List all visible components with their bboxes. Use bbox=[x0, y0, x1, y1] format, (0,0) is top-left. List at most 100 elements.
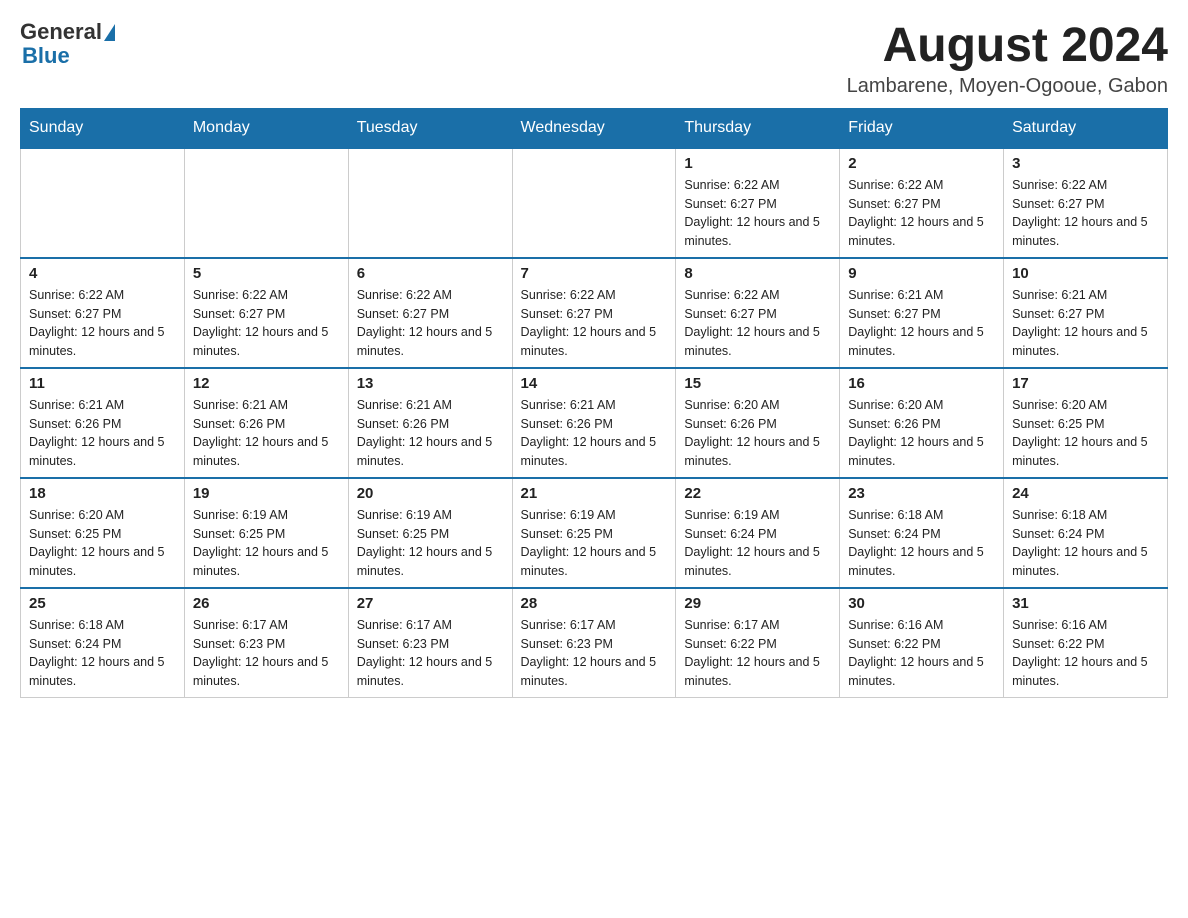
calendar-day-30: 30Sunrise: 6:16 AMSunset: 6:22 PMDayligh… bbox=[840, 588, 1004, 698]
day-info-text: Sunrise: 6:16 AM bbox=[1012, 616, 1159, 635]
calendar-day-8: 8Sunrise: 6:22 AMSunset: 6:27 PMDaylight… bbox=[676, 258, 840, 368]
calendar-day-7: 7Sunrise: 6:22 AMSunset: 6:27 PMDaylight… bbox=[512, 258, 676, 368]
day-info-text: Daylight: 12 hours and 5 minutes. bbox=[193, 653, 340, 691]
day-info-text: Sunset: 6:26 PM bbox=[193, 415, 340, 434]
day-number: 21 bbox=[521, 485, 668, 502]
day-number: 18 bbox=[29, 485, 176, 502]
calendar-day-26: 26Sunrise: 6:17 AMSunset: 6:23 PMDayligh… bbox=[184, 588, 348, 698]
calendar-day-25: 25Sunrise: 6:18 AMSunset: 6:24 PMDayligh… bbox=[21, 588, 185, 698]
day-info-text: Daylight: 12 hours and 5 minutes. bbox=[29, 433, 176, 471]
calendar-week-2: 4Sunrise: 6:22 AMSunset: 6:27 PMDaylight… bbox=[21, 258, 1168, 368]
day-number: 20 bbox=[357, 485, 504, 502]
day-info-text: Daylight: 12 hours and 5 minutes. bbox=[1012, 213, 1159, 251]
empty-cell bbox=[184, 148, 348, 258]
day-info-text: Daylight: 12 hours and 5 minutes. bbox=[1012, 433, 1159, 471]
day-info-text: Daylight: 12 hours and 5 minutes. bbox=[1012, 323, 1159, 361]
day-header-thursday: Thursday bbox=[676, 108, 840, 148]
calendar-week-4: 18Sunrise: 6:20 AMSunset: 6:25 PMDayligh… bbox=[21, 478, 1168, 588]
day-number: 14 bbox=[521, 375, 668, 392]
day-header-monday: Monday bbox=[184, 108, 348, 148]
day-info-text: Sunset: 6:23 PM bbox=[521, 635, 668, 654]
day-info-text: Daylight: 12 hours and 5 minutes. bbox=[521, 653, 668, 691]
day-info-text: Daylight: 12 hours and 5 minutes. bbox=[193, 433, 340, 471]
day-info-text: Sunset: 6:27 PM bbox=[357, 305, 504, 324]
day-info-text: Sunrise: 6:22 AM bbox=[848, 176, 995, 195]
day-number: 19 bbox=[193, 485, 340, 502]
empty-cell bbox=[348, 148, 512, 258]
day-info-text: Sunrise: 6:18 AM bbox=[29, 616, 176, 635]
day-number: 16 bbox=[848, 375, 995, 392]
day-info-text: Sunset: 6:27 PM bbox=[1012, 305, 1159, 324]
day-info-text: Daylight: 12 hours and 5 minutes. bbox=[29, 653, 176, 691]
calendar-day-5: 5Sunrise: 6:22 AMSunset: 6:27 PMDaylight… bbox=[184, 258, 348, 368]
empty-cell bbox=[21, 148, 185, 258]
calendar-day-28: 28Sunrise: 6:17 AMSunset: 6:23 PMDayligh… bbox=[512, 588, 676, 698]
calendar-day-17: 17Sunrise: 6:20 AMSunset: 6:25 PMDayligh… bbox=[1004, 368, 1168, 478]
calendar-day-10: 10Sunrise: 6:21 AMSunset: 6:27 PMDayligh… bbox=[1004, 258, 1168, 368]
day-info-text: Sunset: 6:23 PM bbox=[357, 635, 504, 654]
day-info-text: Sunrise: 6:22 AM bbox=[29, 286, 176, 305]
day-info-text: Sunset: 6:25 PM bbox=[193, 525, 340, 544]
day-number: 2 bbox=[848, 155, 995, 172]
day-number: 3 bbox=[1012, 155, 1159, 172]
calendar-body: 1Sunrise: 6:22 AMSunset: 6:27 PMDaylight… bbox=[21, 148, 1168, 698]
day-info-text: Daylight: 12 hours and 5 minutes. bbox=[357, 433, 504, 471]
calendar-day-19: 19Sunrise: 6:19 AMSunset: 6:25 PMDayligh… bbox=[184, 478, 348, 588]
day-number: 30 bbox=[848, 595, 995, 612]
calendar-day-14: 14Sunrise: 6:21 AMSunset: 6:26 PMDayligh… bbox=[512, 368, 676, 478]
day-info-text: Daylight: 12 hours and 5 minutes. bbox=[521, 433, 668, 471]
calendar-day-29: 29Sunrise: 6:17 AMSunset: 6:22 PMDayligh… bbox=[676, 588, 840, 698]
day-number: 23 bbox=[848, 485, 995, 502]
day-info-text: Daylight: 12 hours and 5 minutes. bbox=[521, 543, 668, 581]
logo-blue-text: Blue bbox=[22, 44, 70, 68]
calendar-day-12: 12Sunrise: 6:21 AMSunset: 6:26 PMDayligh… bbox=[184, 368, 348, 478]
calendar-table: SundayMondayTuesdayWednesdayThursdayFrid… bbox=[20, 108, 1168, 699]
day-info-text: Daylight: 12 hours and 5 minutes. bbox=[357, 543, 504, 581]
day-number: 10 bbox=[1012, 265, 1159, 282]
calendar-day-1: 1Sunrise: 6:22 AMSunset: 6:27 PMDaylight… bbox=[676, 148, 840, 258]
day-info-text: Sunrise: 6:17 AM bbox=[357, 616, 504, 635]
day-info-text: Sunset: 6:22 PM bbox=[1012, 635, 1159, 654]
day-info-text: Sunrise: 6:20 AM bbox=[29, 506, 176, 525]
day-info-text: Sunrise: 6:21 AM bbox=[521, 396, 668, 415]
calendar-header: SundayMondayTuesdayWednesdayThursdayFrid… bbox=[21, 108, 1168, 148]
day-header-wednesday: Wednesday bbox=[512, 108, 676, 148]
day-info-text: Sunset: 6:27 PM bbox=[684, 195, 831, 214]
empty-cell bbox=[512, 148, 676, 258]
day-number: 5 bbox=[193, 265, 340, 282]
calendar-week-3: 11Sunrise: 6:21 AMSunset: 6:26 PMDayligh… bbox=[21, 368, 1168, 478]
day-info-text: Sunset: 6:24 PM bbox=[848, 525, 995, 544]
day-info-text: Daylight: 12 hours and 5 minutes. bbox=[684, 213, 831, 251]
day-number: 11 bbox=[29, 375, 176, 392]
day-info-text: Sunset: 6:27 PM bbox=[29, 305, 176, 324]
day-info-text: Daylight: 12 hours and 5 minutes. bbox=[848, 433, 995, 471]
day-number: 4 bbox=[29, 265, 176, 282]
day-info-text: Sunset: 6:25 PM bbox=[521, 525, 668, 544]
day-info-text: Sunset: 6:25 PM bbox=[357, 525, 504, 544]
day-info-text: Sunrise: 6:22 AM bbox=[684, 176, 831, 195]
day-number: 7 bbox=[521, 265, 668, 282]
day-info-text: Sunrise: 6:20 AM bbox=[684, 396, 831, 415]
day-number: 25 bbox=[29, 595, 176, 612]
day-header-friday: Friday bbox=[840, 108, 1004, 148]
day-info-text: Sunrise: 6:21 AM bbox=[848, 286, 995, 305]
logo: General Blue bbox=[20, 20, 115, 68]
day-number: 26 bbox=[193, 595, 340, 612]
day-info-text: Daylight: 12 hours and 5 minutes. bbox=[684, 653, 831, 691]
calendar-day-27: 27Sunrise: 6:17 AMSunset: 6:23 PMDayligh… bbox=[348, 588, 512, 698]
page-header: General Blue August 2024 Lambarene, Moye… bbox=[20, 20, 1168, 98]
day-info-text: Sunset: 6:22 PM bbox=[684, 635, 831, 654]
day-info-text: Sunrise: 6:20 AM bbox=[1012, 396, 1159, 415]
logo-triangle-icon bbox=[104, 24, 115, 41]
day-info-text: Sunrise: 6:18 AM bbox=[848, 506, 995, 525]
calendar-day-16: 16Sunrise: 6:20 AMSunset: 6:26 PMDayligh… bbox=[840, 368, 1004, 478]
day-number: 12 bbox=[193, 375, 340, 392]
day-info-text: Daylight: 12 hours and 5 minutes. bbox=[848, 543, 995, 581]
day-info-text: Daylight: 12 hours and 5 minutes. bbox=[357, 323, 504, 361]
day-info-text: Sunrise: 6:22 AM bbox=[1012, 176, 1159, 195]
day-number: 8 bbox=[684, 265, 831, 282]
day-number: 28 bbox=[521, 595, 668, 612]
day-info-text: Daylight: 12 hours and 5 minutes. bbox=[848, 323, 995, 361]
day-info-text: Sunset: 6:27 PM bbox=[1012, 195, 1159, 214]
calendar-day-4: 4Sunrise: 6:22 AMSunset: 6:27 PMDaylight… bbox=[21, 258, 185, 368]
